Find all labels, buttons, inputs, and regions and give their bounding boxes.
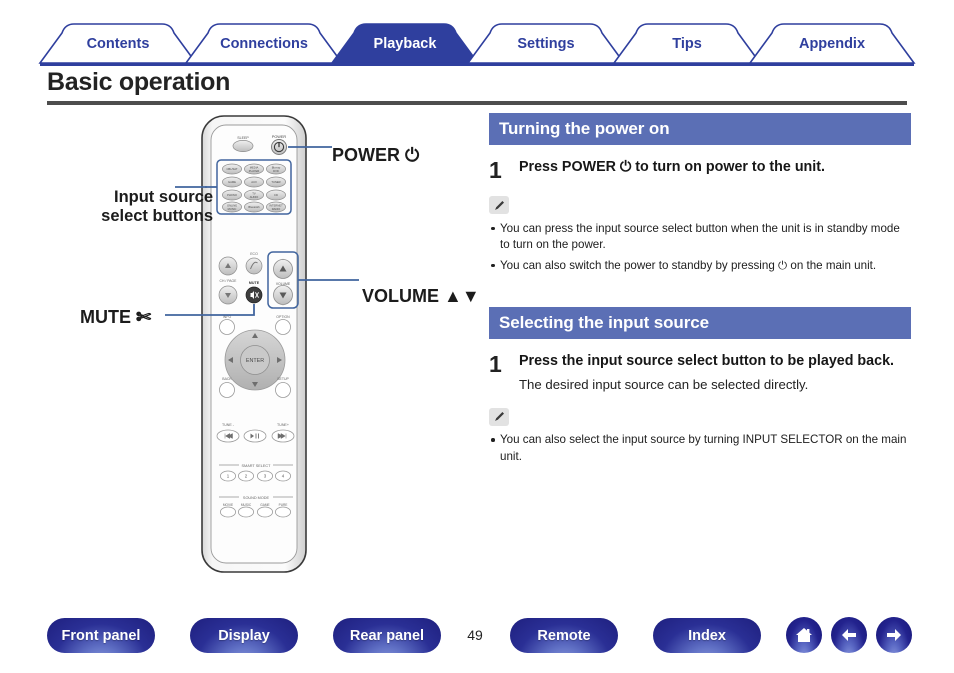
remote-svg: SLEEP POWER CBL/SAT MEDIAPLAYER Blu-rayDVD…	[165, 115, 359, 573]
svg-text:ENTER: ENTER	[246, 358, 264, 364]
tab-playback[interactable]: Playback	[335, 37, 475, 52]
svg-text:POWER: POWER	[272, 135, 287, 139]
svg-text:SMART SELECT: SMART SELECT	[242, 464, 272, 468]
svg-text:BACK: BACK	[222, 377, 232, 381]
note-block: You can press the input source select bu…	[489, 196, 911, 274]
nav-index-button[interactable]: Index	[653, 618, 761, 653]
instructions-column: Turning the power on 1 Press POWER ⏻ to …	[489, 113, 911, 465]
remote-input-button-label: CBL/SAT	[226, 167, 237, 171]
section-selecting-the-input-source: Selecting the input source 1 Press the i…	[489, 307, 911, 465]
callout-volume-label: VOLUME ▲▼	[362, 286, 480, 306]
sound-mode-label: GAME	[260, 503, 269, 507]
step-number: 1	[489, 351, 502, 378]
step-subtitle: The desired input source can be selected…	[519, 376, 809, 392]
svg-text:CH / PAGE: CH / PAGE	[220, 279, 238, 283]
step: 1 Press the input source select button t…	[489, 352, 911, 393]
remote-input-button-label: PHONO	[227, 193, 237, 197]
sound-mode-button	[256, 506, 273, 518]
tab-contents[interactable]: Contents	[48, 37, 188, 52]
remote-input-button-label: PLAYER	[249, 169, 259, 173]
tab-settings[interactable]: Settings	[476, 37, 616, 52]
page-title: Basic operation	[47, 68, 231, 96]
svg-text:OPTION: OPTION	[276, 315, 290, 319]
sound-mode-button	[274, 506, 291, 518]
remote-input-button-label: MEDIA	[250, 166, 259, 170]
nav-display-button[interactable]: Display	[190, 618, 298, 653]
svg-text:ECO: ECO	[250, 252, 258, 256]
step-title: Press the input source select button to …	[519, 353, 894, 370]
remote-input-button-label: TV	[252, 192, 256, 196]
top-tab-bar[interactable]: Contents Connections Playback Settings T…	[0, 22, 954, 66]
back-arrow-icon[interactable]	[831, 617, 867, 653]
svg-text:TUNE+: TUNE+	[277, 423, 289, 427]
section-header: Turning the power on	[489, 113, 911, 146]
remote-input-button-label: Blu-ray	[272, 166, 281, 170]
note-item: You can also switch the power to standby…	[489, 258, 911, 274]
note-list: You can also select the input source by …	[489, 432, 911, 465]
remote-input-button-label: CD	[274, 193, 278, 197]
remote-input-button-label: AUDIO	[250, 195, 259, 199]
note-item: You can also select the input source by …	[489, 432, 911, 465]
forward-arrow-icon[interactable]	[876, 617, 912, 653]
section-header: Selecting the input source	[489, 307, 911, 340]
remote-control-illustration: SLEEP POWER CBL/SAT MEDIA PLAYER Blu-ray DVD…	[47, 112, 487, 592]
nav-front-panel-button[interactable]: Front panel	[47, 618, 155, 653]
remote-input-button-label: DVD	[273, 169, 279, 173]
svg-text:SLEEP: SLEEP	[237, 136, 249, 140]
bottom-navigation-bar[interactable]: Front panel Display Rear panel 49 Remote…	[0, 612, 954, 673]
step-title: Press POWER ⏻ to turn on power to the un…	[519, 159, 825, 176]
sound-mode-button	[237, 506, 254, 518]
remote-input-button-label: AUX	[251, 180, 257, 184]
step: 1 Press POWER ⏻ to turn on power to the …	[489, 158, 911, 182]
remote-input-button-label: GAME	[228, 180, 236, 184]
nav-rear-panel-button[interactable]: Rear panel	[333, 618, 441, 653]
section-turning-the-power-on: Turning the power on 1 Press POWER ⏻ to …	[489, 113, 911, 274]
remote-input-button-label: TUNER	[271, 180, 280, 184]
svg-text:TUNE -: TUNE -	[222, 423, 235, 427]
remote-input-button-label: MUSIC	[228, 207, 237, 211]
page-number: 49	[467, 627, 483, 643]
svg-text:-: -	[283, 303, 284, 307]
sound-mode-label: MOVIE	[223, 503, 233, 507]
note-block: You can also select the input source by …	[489, 407, 911, 465]
remote-input-button-label: Bluetooth	[248, 205, 260, 209]
callout-mute-label: MUTE ✄	[80, 307, 152, 327]
remote-input-button-label: INTERNET	[269, 204, 283, 208]
step-number: 1	[489, 157, 502, 184]
pencil-icon	[489, 196, 509, 215]
tab-tips[interactable]: Tips	[617, 37, 757, 52]
svg-text:SOUND MODE: SOUND MODE	[243, 496, 270, 500]
remote-input-button-label: ONLINE	[227, 204, 237, 208]
sound-mode-button	[219, 506, 236, 518]
callout-input-source-label: Input source select buttons	[101, 188, 213, 226]
sound-mode-label: PURE	[279, 503, 288, 507]
pencil-icon	[489, 407, 509, 426]
home-icon[interactable]	[786, 617, 822, 653]
tab-connections[interactable]: Connections	[194, 37, 334, 52]
sound-mode-label: MUSIC	[241, 503, 252, 507]
tab-appendix[interactable]: Appendix	[762, 37, 902, 52]
note-list: You can press the input source select bu…	[489, 221, 911, 274]
svg-text:SETUP: SETUP	[277, 377, 289, 381]
remote-input-button-label: RADIO	[272, 207, 281, 211]
nav-remote-button[interactable]: Remote	[510, 618, 618, 653]
svg-text:MUTE: MUTE	[249, 281, 260, 285]
note-item: You can press the input source select bu…	[489, 221, 911, 254]
callout-power-label: POWER ⏻	[332, 145, 420, 165]
title-divider	[47, 101, 907, 105]
